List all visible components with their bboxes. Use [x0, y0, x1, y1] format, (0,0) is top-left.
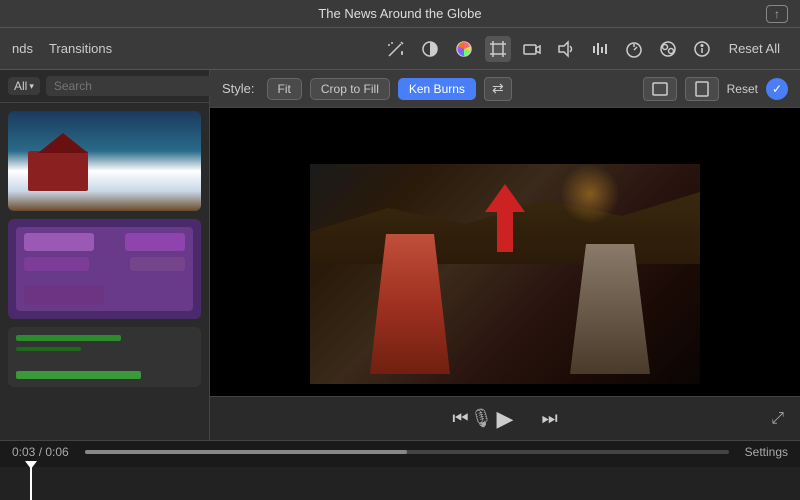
nav-item-sounds[interactable]: nds	[12, 41, 33, 56]
scene-light	[560, 164, 620, 224]
microphone-icon[interactable]: 🎙	[470, 408, 493, 429]
share-button[interactable]: ↑	[766, 5, 788, 23]
arrow-shaft	[497, 212, 513, 252]
crop-aspect-button-1[interactable]	[643, 77, 677, 101]
main-area: All ▾	[0, 70, 800, 440]
playback-controls: 🎙 ⏮ ▶ ⏭ ⤢	[210, 396, 800, 440]
chevron-down-icon: ▾	[29, 81, 34, 92]
camera-icon[interactable]	[519, 36, 545, 62]
list-item[interactable]	[8, 219, 201, 319]
magic-wand-icon[interactable]	[383, 36, 409, 62]
speed-icon[interactable]	[621, 36, 647, 62]
crop-aspect-button-2[interactable]	[685, 77, 719, 101]
done-button[interactable]: ✓	[766, 78, 788, 100]
crop-icon[interactable]	[485, 36, 511, 62]
ken-burns-arrow[interactable]	[485, 184, 525, 252]
window-title: The News Around the Globe	[318, 6, 481, 21]
style-bar-right: Reset ✓	[643, 77, 788, 101]
toolbar: nds Transitions	[0, 28, 800, 70]
style-bar: Style: Fit Crop to Fill Ken Burns ⇄ Res	[210, 70, 800, 108]
search-input[interactable]	[46, 76, 217, 96]
play-button[interactable]: ▶	[497, 406, 514, 432]
ken-burns-button[interactable]: Ken Burns	[398, 78, 476, 100]
share-icon: ↑	[774, 7, 780, 21]
color-balance-icon[interactable]	[417, 36, 443, 62]
list-item[interactable]	[8, 327, 201, 387]
list-item[interactable]	[8, 111, 201, 211]
fit-button[interactable]: Fit	[267, 78, 302, 100]
video-preview: 🎙 ⏮ ▶ ⏭ ⤢	[210, 108, 800, 440]
audio-bars-icon[interactable]	[587, 36, 613, 62]
sidebar-filter[interactable]: All ▾	[8, 77, 40, 95]
previous-button[interactable]: ⏮	[452, 408, 468, 429]
check-icon: ✓	[772, 82, 782, 96]
reset-all-button[interactable]: Reset All	[721, 37, 788, 60]
crop-to-fill-button[interactable]: Crop to Fill	[310, 78, 390, 100]
swap-button[interactable]: ⇄	[484, 77, 512, 101]
next-button[interactable]: ⏭	[541, 408, 557, 429]
video-frame	[310, 164, 700, 384]
timeline: 0:03 / 0:06 Settings	[0, 440, 800, 500]
content-area: Style: Fit Crop to Fill Ken Burns ⇄ Res	[210, 70, 800, 440]
toolbar-icons	[383, 36, 715, 62]
filter-label: All	[14, 79, 27, 93]
sidebar: All ▾	[0, 70, 210, 440]
nav-item-transitions[interactable]: Transitions	[49, 41, 112, 56]
filter-icon[interactable]	[655, 36, 681, 62]
style-label: Style:	[222, 81, 255, 96]
video-scene	[310, 164, 700, 384]
fullscreen-button[interactable]: ⤢	[771, 410, 784, 428]
color-wheel-icon[interactable]	[451, 36, 477, 62]
sidebar-search-bar: All ▾	[0, 70, 209, 103]
timeline-track[interactable]	[0, 467, 800, 500]
timeline-progress-fill	[85, 450, 407, 454]
timeline-playhead	[30, 467, 32, 500]
info-icon[interactable]	[689, 36, 715, 62]
arrow-head	[485, 184, 525, 212]
timeline-scrubber[interactable]	[85, 450, 729, 454]
settings-button[interactable]: Settings	[745, 445, 788, 459]
title-bar: The News Around the Globe ↑	[0, 0, 800, 28]
timeline-playhead-indicator: 0:03 / 0:06	[12, 445, 69, 459]
swap-icon: ⇄	[492, 80, 504, 97]
reset-button[interactable]: Reset	[727, 82, 758, 96]
timeline-controls: 0:03 / 0:06 Settings	[0, 441, 800, 463]
audio-icon[interactable]	[553, 36, 579, 62]
sidebar-items	[0, 103, 209, 440]
toolbar-nav: nds Transitions	[12, 41, 112, 56]
